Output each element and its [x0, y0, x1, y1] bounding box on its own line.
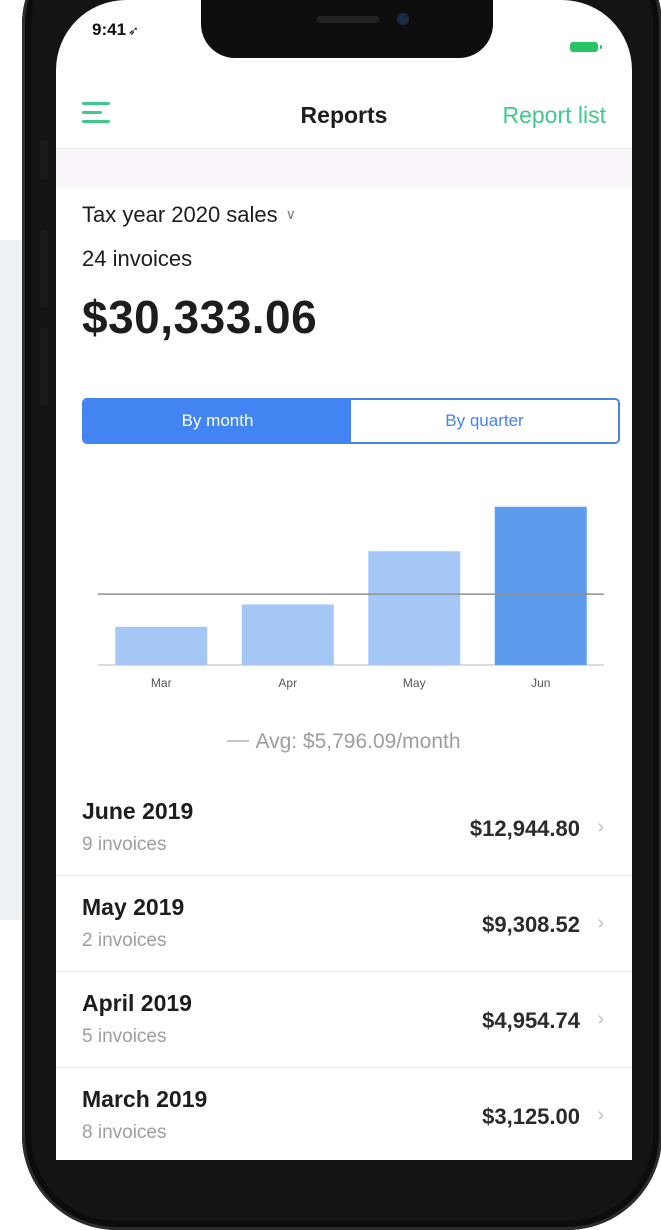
row-subtitle: 5 invoices [82, 1026, 167, 1047]
by-quarter-segment[interactable]: By quarter [351, 400, 618, 442]
bar-may[interactable] [368, 551, 461, 665]
month-row-may[interactable]: May 2019 2 invoices $9,308.52 › [56, 875, 632, 971]
bar-jun[interactable] [494, 506, 587, 665]
by-month-segment[interactable]: By month [84, 400, 351, 442]
invoice-count: 24 invoices [82, 246, 193, 271]
chevron-right-icon: › [597, 816, 604, 838]
month-list: June 2019 9 invoices $12,944.80 › May 20… [56, 780, 632, 1160]
x-tick-label: Mar [151, 676, 172, 690]
speaker-grille [317, 16, 379, 23]
chevron-right-icon: › [597, 1104, 604, 1126]
location-arrow-icon: ➶ [128, 23, 139, 38]
navigation-bar: Reports Report list [56, 90, 632, 148]
status-bar-time: 9:41 ➶ [92, 20, 139, 39]
nav-divider [56, 148, 632, 187]
battery-icon [570, 42, 602, 52]
row-title: April 2019 [82, 990, 192, 1016]
average-line-swatch [227, 740, 250, 742]
volume-up-button [40, 230, 48, 308]
row-title: March 2019 [82, 1086, 208, 1112]
report-selector[interactable]: Tax year 2020 sales ∨ [82, 202, 296, 228]
total-amount: $30,333.06 [82, 291, 318, 343]
bar-mar[interactable] [115, 626, 208, 665]
chevron-right-icon: › [597, 1008, 604, 1030]
row-amount: $4,954.74 [482, 1008, 580, 1033]
period-segmented-control: By month By quarter [82, 398, 620, 444]
month-row-june[interactable]: June 2019 9 invoices $12,944.80 › [56, 780, 632, 875]
row-title: June 2019 [82, 798, 194, 824]
x-tick-label: Jun [531, 676, 550, 690]
average-legend: Avg: $5,796.09/month [56, 730, 632, 754]
mute-switch [40, 140, 48, 180]
row-amount: $12,944.80 [469, 816, 580, 841]
volume-down-button [40, 328, 48, 406]
bar-apr[interactable] [241, 604, 334, 665]
month-row-april[interactable]: April 2019 5 invoices $4,954.74 › [56, 971, 632, 1067]
average-label: Avg: $5,796.09/month [255, 730, 461, 753]
front-camera [397, 13, 409, 25]
row-subtitle: 2 invoices [82, 930, 167, 951]
row-amount: $3,125.00 [482, 1104, 580, 1129]
chevron-right-icon: › [597, 912, 604, 934]
app-screen: 9:41 ➶ Reports Report list Tax year 2020 … [56, 0, 632, 1160]
chevron-down-icon: ∨ [285, 206, 296, 222]
report-list-button[interactable]: Report list [502, 102, 606, 129]
row-amount: $9,308.52 [482, 912, 580, 937]
notch [201, 0, 493, 58]
row-subtitle: 8 invoices [82, 1122, 167, 1143]
x-tick-label: Apr [278, 676, 297, 690]
row-title: May 2019 [82, 894, 185, 920]
month-row-march[interactable]: March 2019 8 invoices $3,125.00 › [56, 1067, 632, 1160]
report-name: Tax year 2020 sales [82, 202, 278, 227]
row-subtitle: 9 invoices [82, 834, 167, 855]
monthly-sales-chart: Mar Apr May Jun [98, 506, 604, 690]
x-tick-label: May [403, 676, 426, 690]
